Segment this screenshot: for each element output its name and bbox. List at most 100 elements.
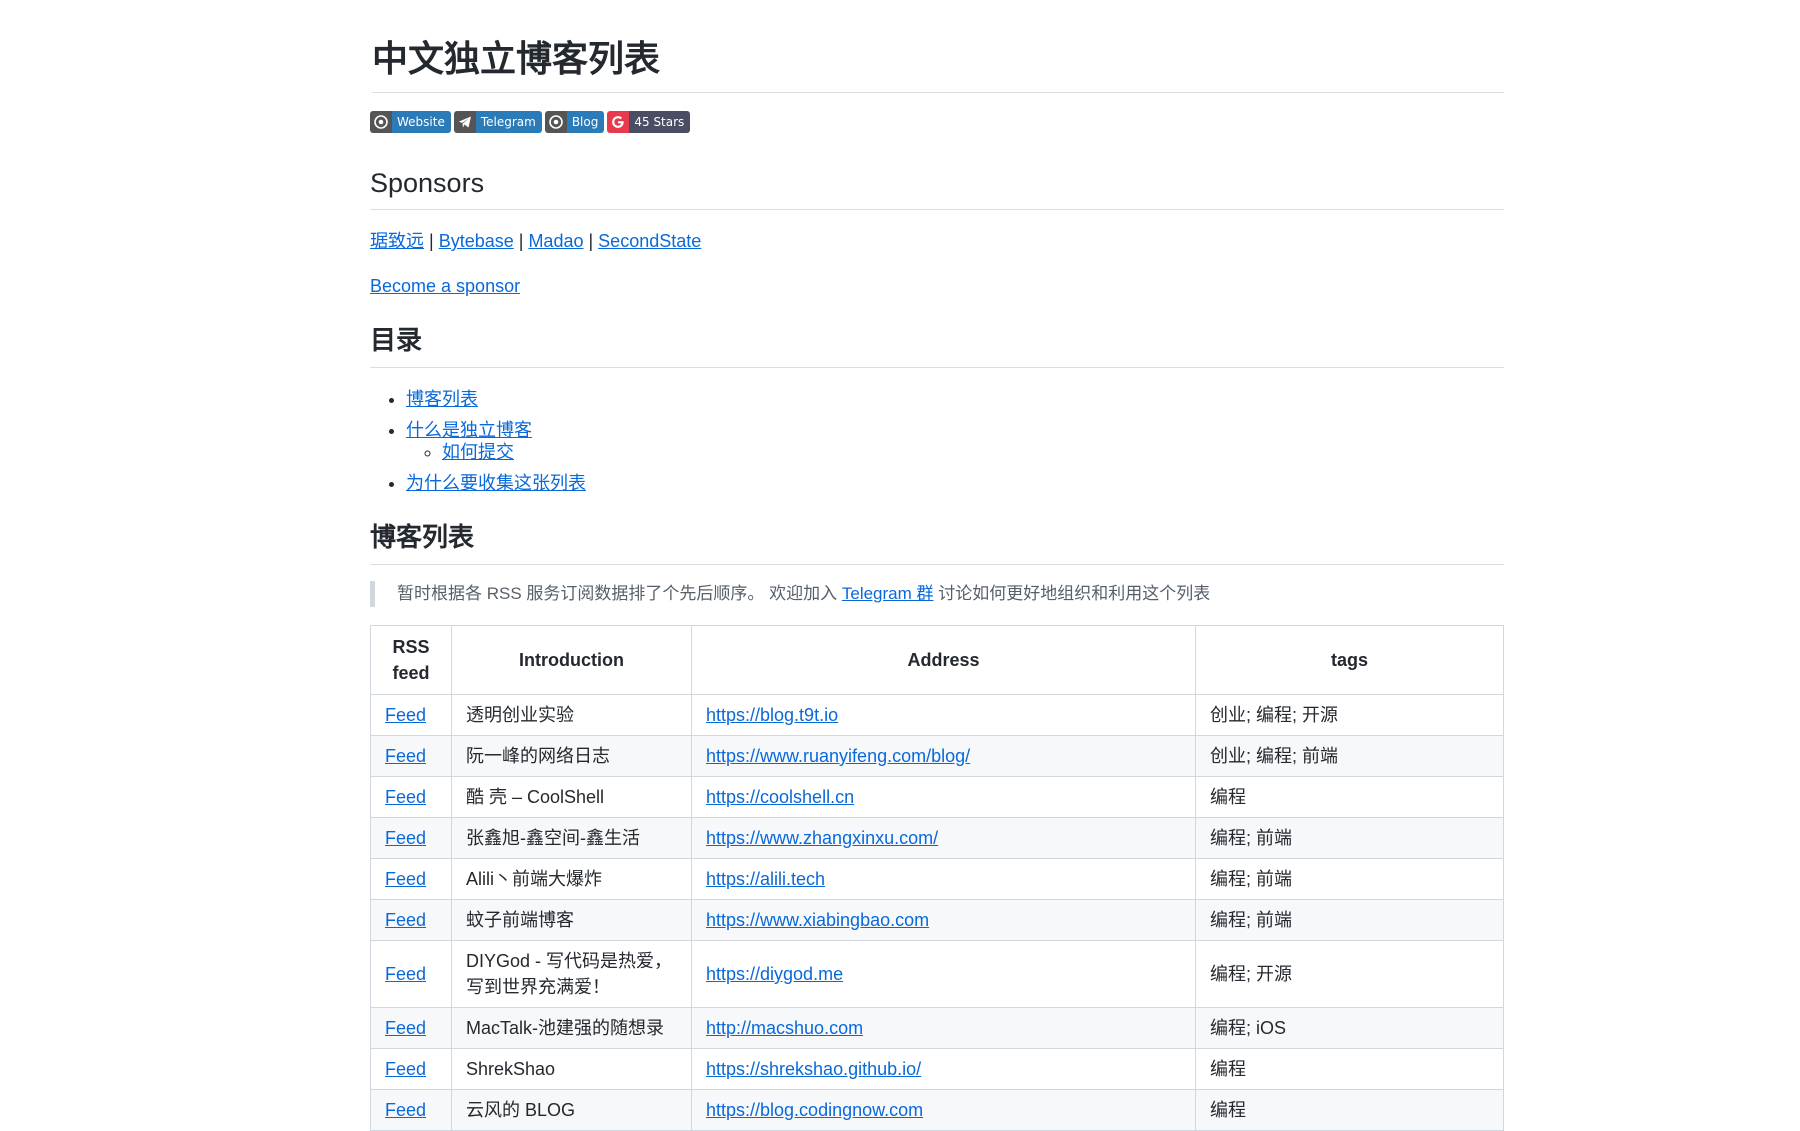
tags-cell: 创业; 编程; 开源 [1195, 694, 1504, 736]
blog-list-heading: 博客列表 [370, 520, 1504, 565]
toc-link[interactable]: 博客列表 [406, 389, 478, 409]
feed-cell: Feed [370, 858, 452, 900]
table-row: Feed 蚊子前端博客 https://www.xiabingbao.com 编… [370, 899, 1504, 941]
feed-cell: Feed [370, 735, 452, 777]
address-cell: https://alili.tech [691, 858, 1196, 900]
intro-cell: 蚊子前端博客 [451, 899, 692, 941]
address-link[interactable]: https://coolshell.cn [706, 787, 854, 807]
telegram-icon [453, 111, 476, 133]
feed-cell: Feed [370, 776, 452, 818]
badge-label: 45 Stars [629, 111, 691, 133]
tags-cell: 编程 [1195, 1048, 1504, 1090]
toc-heading: 目录 [370, 323, 1504, 368]
tags-cell: 编程; 前端 [1195, 899, 1504, 941]
feed-link[interactable]: Feed [385, 746, 426, 766]
address-cell: https://www.xiabingbao.com [691, 899, 1196, 941]
toc-link[interactable]: 如何提交 [442, 442, 514, 462]
website-badge[interactable]: Website [370, 111, 451, 133]
address-cell: https://www.zhangxinxu.com/ [691, 817, 1196, 859]
sponsor-link[interactable]: SecondState [598, 231, 701, 251]
feed-cell: Feed [370, 1007, 452, 1049]
address-cell: https://shrekshao.github.io/ [691, 1048, 1196, 1090]
toc-link[interactable]: 为什么要收集这张列表 [406, 473, 586, 493]
address-link[interactable]: https://blog.codingnow.com [706, 1100, 923, 1120]
intro-cell: 酷 壳 – CoolShell [451, 776, 692, 818]
intro-cell: 阮一峰的网络日志 [451, 735, 692, 777]
address-link[interactable]: https://www.ruanyifeng.com/blog/ [706, 746, 970, 766]
tags-cell: 编程 [1195, 776, 1504, 818]
intro-cell: DIYGod - 写代码是热爱，写到世界充满爱！ [451, 940, 692, 1008]
table-row: Feed 张鑫旭-鑫空间-鑫生活 https://www.zhangxinxu.… [370, 817, 1504, 859]
feed-link[interactable]: Feed [385, 828, 426, 848]
page-title: 中文独立博客列表 [372, 38, 1504, 93]
toc-list: 博客列表 什么是独立博客 如何提交 为什么要收集这张列表 [370, 386, 1504, 496]
badge-label: Blog [566, 111, 605, 133]
feed-link[interactable]: Feed [385, 705, 426, 725]
toc-item: 为什么要收集这张列表 [406, 470, 1504, 496]
table-row: Feed 酷 壳 – CoolShell https://coolshell.c… [370, 776, 1504, 818]
blog-badge[interactable]: Blog [544, 111, 605, 133]
feed-link[interactable]: Feed [385, 1018, 426, 1038]
telegram-group-link[interactable]: Telegram 群 [842, 584, 934, 603]
table-row: Feed ShrekShao https://shrekshao.github.… [370, 1048, 1504, 1090]
tags-cell: 创业; 编程; 前端 [1195, 735, 1504, 777]
note-text: 暂时根据各 RSS 服务订阅数据排了个先后顺序。 欢迎加入 [397, 584, 842, 603]
badge-label: Website [392, 111, 451, 133]
sponsor-link[interactable]: Bytebase [439, 231, 514, 251]
address-link[interactable]: https://www.zhangxinxu.com/ [706, 828, 938, 848]
table-row: Feed MacTalk-池建强的随想录 http://macshuo.com … [370, 1007, 1504, 1049]
toc-subitem: 如何提交 [442, 439, 1504, 465]
stars-badge[interactable]: 45 Stars [607, 111, 691, 133]
address-link[interactable]: https://www.xiabingbao.com [706, 910, 929, 930]
feed-link[interactable]: Feed [385, 964, 426, 984]
sponsors-heading: Sponsors [370, 165, 1504, 210]
feed-cell: Feed [370, 899, 452, 941]
tags-cell: 编程 [1195, 1089, 1504, 1131]
tags-cell: 编程; 前端 [1195, 858, 1504, 900]
become-sponsor-paragraph: Become a sponsor [370, 273, 1504, 299]
google-icon [607, 111, 630, 133]
table-row: Feed Alili丶前端大爆炸 https://alili.tech 编程; … [370, 858, 1504, 900]
separator: | [583, 231, 599, 251]
note-text: 讨论如何更好地组织和利用这个列表 [933, 584, 1211, 603]
blog-table: RSS feed Introduction Address tags Feed … [370, 625, 1504, 1131]
feed-link[interactable]: Feed [385, 869, 426, 889]
feed-cell: Feed [370, 1048, 452, 1090]
become-sponsor-link[interactable]: Become a sponsor [370, 276, 520, 296]
separator: | [513, 231, 529, 251]
feed-link[interactable]: Feed [385, 910, 426, 930]
sponsor-link[interactable]: Madao [528, 231, 583, 251]
blog-list-note: 暂时根据各 RSS 服务订阅数据排了个先后顺序。 欢迎加入 Telegram 群… [370, 581, 1504, 607]
intro-cell: Alili丶前端大爆炸 [451, 858, 692, 900]
feed-link[interactable]: Feed [385, 787, 426, 807]
address-link[interactable]: http://macshuo.com [706, 1018, 863, 1038]
toc-sublist: 如何提交 [406, 439, 1504, 465]
intro-cell: 张鑫旭-鑫空间-鑫生活 [451, 817, 692, 859]
tags-cell: 编程; iOS [1195, 1007, 1504, 1049]
address-cell: https://www.ruanyifeng.com/blog/ [691, 735, 1196, 777]
table-row: Feed DIYGod - 写代码是热爱，写到世界充满爱！ https://di… [370, 940, 1504, 1008]
badge-label: Telegram [475, 111, 542, 133]
address-link[interactable]: https://diygod.me [706, 964, 843, 984]
address-link[interactable]: https://alili.tech [706, 869, 825, 889]
telegram-badge[interactable]: Telegram [453, 111, 542, 133]
feed-cell: Feed [370, 1089, 452, 1131]
feed-link[interactable]: Feed [385, 1059, 426, 1079]
sponsor-links: 琚致远 | Bytebase | Madao | SecondState [370, 228, 1504, 254]
sponsor-link[interactable]: 琚致远 [370, 231, 424, 251]
address-cell: https://diygod.me [691, 940, 1196, 1008]
intro-cell: 透明创业实验 [451, 694, 692, 736]
intro-cell: 云风的 BLOG [451, 1089, 692, 1131]
address-link[interactable]: https://shrekshao.github.io/ [706, 1059, 921, 1079]
toc-item: 什么是独立博客 如何提交 [406, 417, 1504, 465]
separator: | [424, 231, 439, 251]
chrome-icon [544, 111, 567, 133]
address-link[interactable]: https://blog.t9t.io [706, 705, 838, 725]
feed-link[interactable]: Feed [385, 1100, 426, 1120]
toc-link[interactable]: 什么是独立博客 [406, 420, 532, 440]
column-header-tags: tags [1195, 625, 1504, 695]
address-cell: https://blog.t9t.io [691, 694, 1196, 736]
intro-cell: MacTalk-池建强的随想录 [451, 1007, 692, 1049]
badge-row: Website Telegram Blog 45 Stars [370, 111, 1504, 133]
address-cell: https://coolshell.cn [691, 776, 1196, 818]
